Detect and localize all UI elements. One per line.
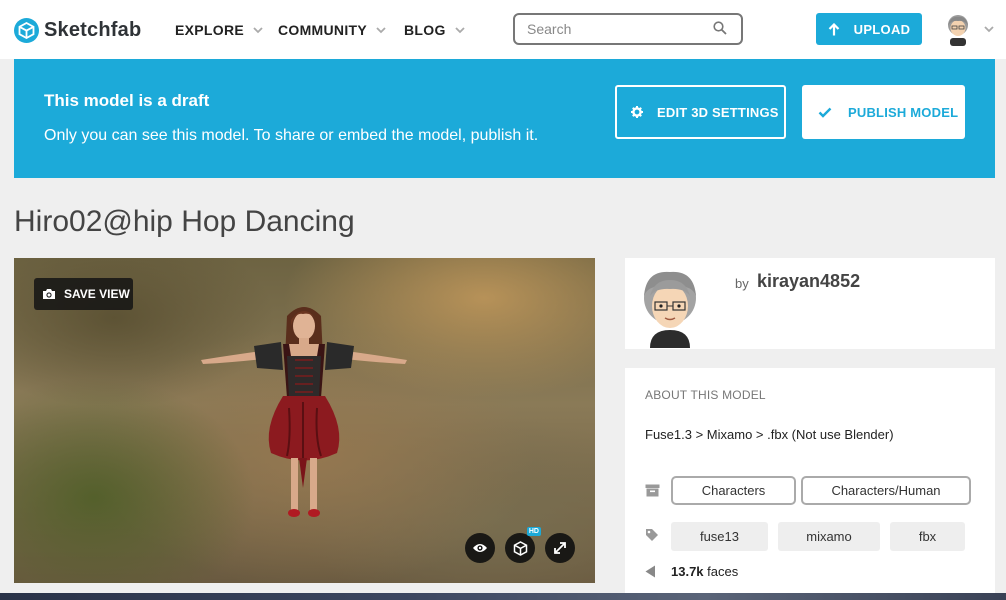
fullscreen-button[interactable] <box>545 533 575 563</box>
category-label: Characters/Human <box>831 483 941 498</box>
nav-blog-label: BLOG <box>404 22 446 38</box>
author-card: by kirayan4852 <box>625 258 995 349</box>
draft-message: Only you can see this model. To share or… <box>44 127 539 144</box>
search-input[interactable] <box>527 20 707 38</box>
tag-label: mixamo <box>806 529 852 544</box>
brand-name: Sketchfab <box>44 18 142 41</box>
background-window-strip <box>0 593 1006 600</box>
publish-model-label: PUBLISH MODEL <box>848 104 959 120</box>
tag-fbx[interactable]: fbx <box>890 522 965 551</box>
edit-3d-settings-button[interactable]: EDIT 3D SETTINGS <box>615 85 786 139</box>
about-heading: ABOUT THIS MODEL <box>645 388 766 402</box>
draft-banner: This model is a draft Only you can see t… <box>14 59 995 178</box>
chevron-down-icon <box>253 27 263 34</box>
tag-label: fbx <box>918 529 937 544</box>
tag-icon <box>646 529 658 541</box>
top-header: Sketchfab EXPLORE COMMUNITY BLOG UPLOAD <box>0 0 1006 59</box>
user-avatar[interactable] <box>945 14 971 46</box>
chevron-down-icon <box>376 27 386 34</box>
sketchfab-logo[interactable]: Sketchfab <box>14 17 141 43</box>
checkmark-icon <box>818 107 832 118</box>
fullscreen-icon <box>554 542 566 554</box>
face-count-label: faces <box>707 564 739 579</box>
model-title: Hiro02@hip Hop Dancing <box>14 205 355 238</box>
nav-blog[interactable]: BLOG <box>404 22 466 38</box>
archive-icon <box>645 484 660 497</box>
category-characters-human[interactable]: Characters/Human <box>801 476 971 505</box>
gear-icon <box>631 106 643 118</box>
arrow-up-icon <box>828 22 839 35</box>
tag-mixamo[interactable]: mixamo <box>778 522 880 551</box>
hd-toggle[interactable]: HD <box>505 527 541 563</box>
model-viewer[interactable]: SAVE VIEW HD <box>14 258 595 583</box>
nav-explore[interactable]: EXPLORE <box>175 22 264 38</box>
save-view-button[interactable]: SAVE VIEW <box>34 278 133 310</box>
search-box <box>513 13 743 45</box>
draft-title: This model is a draft <box>44 91 210 110</box>
publish-model-button[interactable]: PUBLISH MODEL <box>802 85 965 139</box>
upload-button[interactable]: UPLOAD <box>816 13 922 45</box>
search-icon[interactable] <box>713 21 727 35</box>
author-by-label: by <box>735 276 749 291</box>
nav-community[interactable]: COMMUNITY <box>278 22 387 38</box>
character-model-render <box>201 307 407 517</box>
hd-badge: HD <box>526 527 541 536</box>
category-characters[interactable]: Characters <box>671 476 796 505</box>
sketchfab-logo-icon <box>14 17 39 43</box>
tag-fuse13[interactable]: fuse13 <box>671 522 768 551</box>
tag-label: fuse13 <box>699 529 740 544</box>
nav-community-label: COMMUNITY <box>278 22 368 38</box>
about-card: ABOUT THIS MODEL Fuse1.3 > Mixamo > .fbx… <box>625 368 995 600</box>
face-count: 13.7k faces <box>671 564 738 579</box>
category-label: Characters <box>701 483 766 498</box>
chevron-down-icon <box>455 27 465 34</box>
edit-3d-settings-label: EDIT 3D SETTINGS <box>657 104 779 120</box>
nav-explore-label: EXPLORE <box>175 22 245 38</box>
model-description: Fuse1.3 > Mixamo > .fbx (Not use Blender… <box>645 427 894 442</box>
cube-icon <box>513 540 527 556</box>
eye-icon <box>473 544 487 552</box>
visibility-toggle[interactable] <box>465 533 495 563</box>
author-name-link[interactable]: kirayan4852 <box>757 271 860 292</box>
save-view-label: SAVE VIEW <box>64 287 130 301</box>
chevron-down-icon[interactable] <box>983 23 995 35</box>
upload-label: UPLOAD <box>853 21 911 37</box>
camera-icon <box>43 289 55 299</box>
author-avatar[interactable] <box>640 266 700 348</box>
polygon-faces-icon <box>645 565 655 578</box>
face-count-value: 13.7k <box>671 564 704 579</box>
